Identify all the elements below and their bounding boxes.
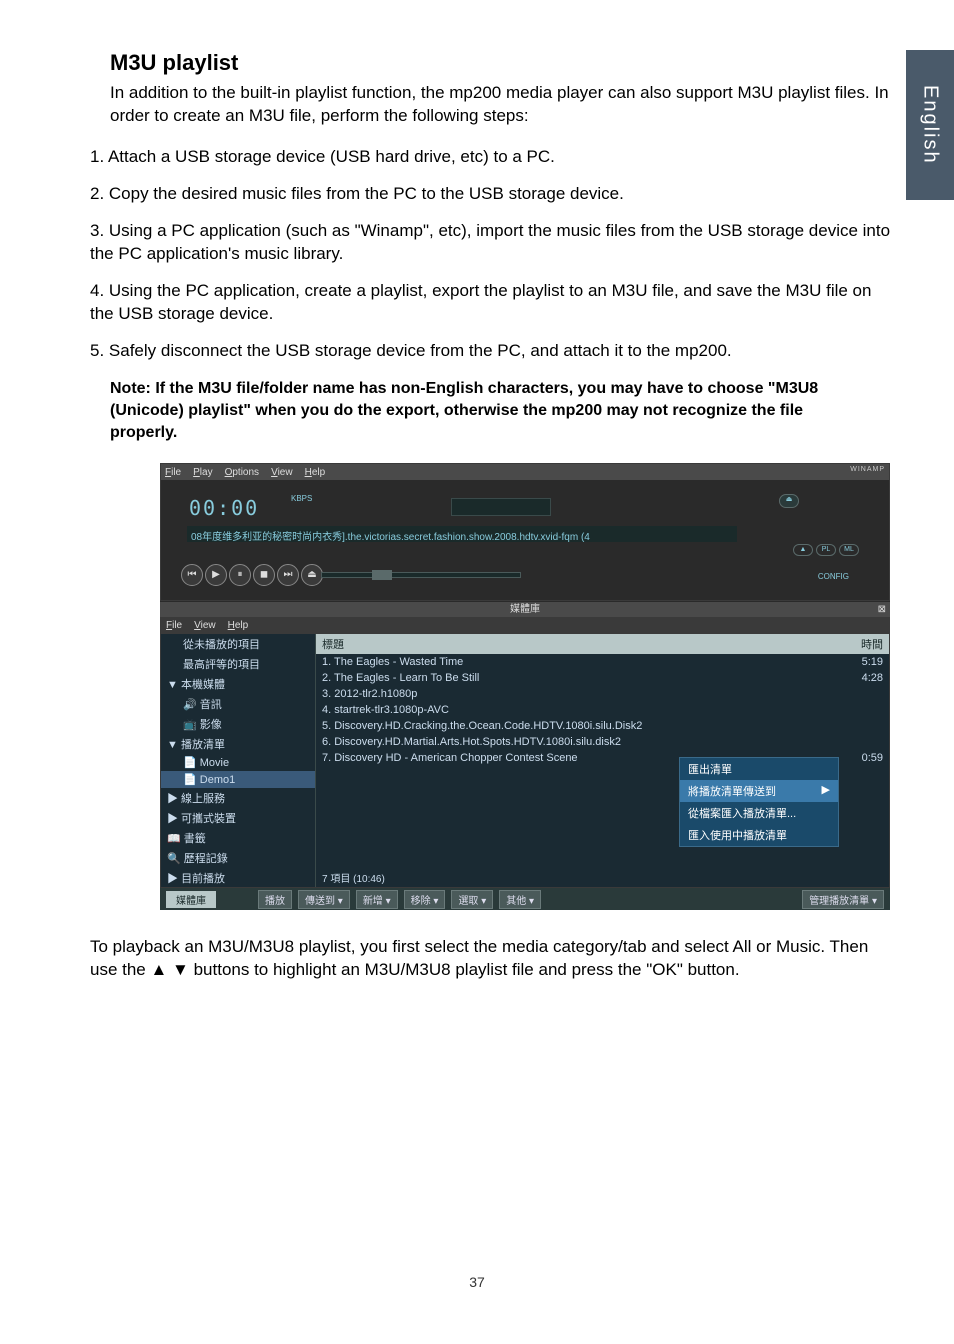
playlist-row[interactable]: 6. Discovery.HD.Martial.Arts.Hot.Spots.H… xyxy=(316,734,889,750)
language-tab-text: English xyxy=(919,85,942,165)
context-menu: 匯出清單 將播放清單傳送到 ▶ 從檔案匯入播放清單... 匯入使用中播放清單 xyxy=(679,757,839,847)
eject-button[interactable]: ⏏ xyxy=(301,564,323,586)
tree-node[interactable]: ▶ 目前播放 xyxy=(161,868,315,887)
step-3: 3. Using a PC application (such as "Wina… xyxy=(90,220,894,266)
col-title[interactable]: 標題 xyxy=(322,636,344,652)
next-button[interactable]: ⏭ xyxy=(277,564,299,586)
winamp-screenshot: File Play Options View Help WINAMP 00:00… xyxy=(160,463,890,910)
steps-list: 1. Attach a USB storage device (USB hard… xyxy=(90,146,894,363)
playlist-row[interactable]: 3. 2012-tlr2.h1080p xyxy=(316,686,889,702)
prev-button[interactable]: ⏮ xyxy=(181,564,203,586)
visualizer xyxy=(451,498,551,516)
btn-remove[interactable]: 移除 ▾ xyxy=(404,890,446,909)
lib-menu-view[interactable]: View xyxy=(194,620,216,631)
library-menubar: File View Help xyxy=(160,617,890,633)
library-title: 媒體庫 xyxy=(510,604,540,615)
lib-menu-help[interactable]: Help xyxy=(228,620,249,631)
seek-thumb[interactable] xyxy=(372,570,392,580)
btn-a[interactable]: ▲ xyxy=(793,544,813,556)
tree-node[interactable]: ▼ 本機媒體 xyxy=(161,674,315,694)
note-text: Note: If the M3U file/folder name has no… xyxy=(110,378,874,443)
library-toolbar: 媒體庫 播放 傳送到 ▾ 新增 ▾ 移除 ▾ 選取 ▾ 其他 ▾ 管理播放清單 … xyxy=(160,888,890,910)
pause-button[interactable]: ⏸ xyxy=(229,564,251,586)
mode-buttons: ▲ PL ML xyxy=(793,544,859,556)
ctx-item-selected[interactable]: 將播放清單傳送到 ▶ xyxy=(680,780,838,802)
stop-button[interactable]: ◼ xyxy=(253,564,275,586)
after-text: To playback an M3U/M3U8 playlist, you fi… xyxy=(90,936,894,982)
tree-node[interactable]: 📄 Movie xyxy=(161,754,315,771)
page-number: 37 xyxy=(0,1274,954,1290)
tree-node[interactable]: 📺 影像 xyxy=(161,714,315,734)
playlist-row[interactable]: 5. Discovery.HD.Cracking.the.Ocean.Code.… xyxy=(316,718,889,734)
btn-ml[interactable]: ML xyxy=(839,544,859,556)
winamp-menubar: File Play Options View Help xyxy=(161,464,889,480)
lib-menu-file[interactable]: File xyxy=(166,620,182,631)
ctx-item[interactable]: 匯入使用中播放清單 xyxy=(680,824,838,846)
library-tree[interactable]: 從未播放的項目 最高評等的項目 ▼ 本機媒體 🔊 音訊 📺 影像 ▼ 播放清單 … xyxy=(161,634,316,887)
page-title: M3U playlist xyxy=(110,50,894,76)
playlist-row[interactable]: 1. The Eagles - Wasted Time5:19 xyxy=(316,654,889,670)
menu-options[interactable]: Options xyxy=(225,467,259,478)
track-marquee: 08年度维多利亚的秘密时尚内衣秀].the.victorias.secret.f… xyxy=(187,526,737,542)
seek-bar[interactable] xyxy=(321,572,521,578)
playlist-row[interactable]: 2. The Eagles - Learn To Be Still4:28 xyxy=(316,670,889,686)
btn-manage[interactable]: 管理播放清單 ▾ xyxy=(802,890,884,909)
playlist-row[interactable]: 4. startrek-tlr3.1080p-AVC xyxy=(316,702,889,718)
status-text: 7 項目 (10:46) xyxy=(316,868,889,887)
step-5: 5. Safely disconnect the USB storage dev… xyxy=(90,340,894,363)
language-tab: English xyxy=(906,50,954,200)
tree-node[interactable]: 📖 書籤 xyxy=(161,828,315,848)
menu-help[interactable]: Help xyxy=(305,467,326,478)
btn-other[interactable]: 其他 ▾ xyxy=(499,890,541,909)
btn-add[interactable]: 新增 ▾ xyxy=(356,890,398,909)
tree-node[interactable]: ▶ 線上服務 xyxy=(161,788,315,808)
col-time[interactable]: 時間 xyxy=(861,636,883,652)
btn-pl[interactable]: PL xyxy=(816,544,836,556)
config-label[interactable]: CONFIG xyxy=(818,572,849,581)
winamp-brand: WINAMP xyxy=(850,466,885,473)
menu-view[interactable]: View xyxy=(271,467,293,478)
btn-sendto[interactable]: 傳送到 ▾ xyxy=(298,890,350,909)
time-display: 00:00 xyxy=(189,496,259,520)
intro-text: In addition to the built-in playlist fun… xyxy=(110,82,894,128)
tree-node[interactable]: 🔍 歷程記錄 xyxy=(161,848,315,868)
toolbar-label: 媒體庫 xyxy=(166,891,216,908)
btn-select[interactable]: 選取 ▾ xyxy=(451,890,493,909)
playlist-header: 標題 時間 xyxy=(316,634,889,654)
library-bottom: 7 項目 (10:46) xyxy=(316,868,889,887)
eq-button[interactable]: ⏏ xyxy=(779,494,799,508)
library-pane: 從未播放的項目 最高評等的項目 ▼ 本機媒體 🔊 音訊 📺 影像 ▼ 播放清單 … xyxy=(160,633,890,888)
step-1: 1. Attach a USB storage device (USB hard… xyxy=(90,146,894,169)
ctx-item[interactable]: 匯出清單 xyxy=(680,758,838,780)
ctx-item[interactable]: 從檔案匯入播放清單... xyxy=(680,802,838,824)
btn-play[interactable]: 播放 xyxy=(258,890,292,909)
library-content: 標題 時間 1. The Eagles - Wasted Time5:19 2.… xyxy=(316,634,889,887)
step-2: 2. Copy the desired music files from the… xyxy=(90,183,894,206)
tree-node[interactable]: 從未播放的項目 xyxy=(161,634,315,654)
play-button[interactable]: ▶ xyxy=(205,564,227,586)
tree-node[interactable]: 最高評等的項目 xyxy=(161,654,315,674)
tree-node[interactable]: ▼ 播放清單 xyxy=(161,734,315,754)
tree-node[interactable]: 🔊 音訊 xyxy=(161,694,315,714)
winamp-player: File Play Options View Help WINAMP 00:00… xyxy=(160,463,890,601)
library-titlebar: 媒體庫 ⊠ xyxy=(160,601,890,617)
menu-file[interactable]: File xyxy=(165,467,181,478)
close-icon[interactable]: ⊠ xyxy=(878,602,886,618)
tree-node-selected[interactable]: 📄 Demo1 xyxy=(161,771,315,788)
step-4: 4. Using the PC application, create a pl… xyxy=(90,280,894,326)
tree-node[interactable]: ▶ 可攜式裝置 xyxy=(161,808,315,828)
transport-controls: ⏮ ▶ ⏸ ◼ ⏭ ⏏ xyxy=(181,564,323,586)
menu-play[interactable]: Play xyxy=(193,467,212,478)
kbps-label: KBPS xyxy=(291,494,312,503)
